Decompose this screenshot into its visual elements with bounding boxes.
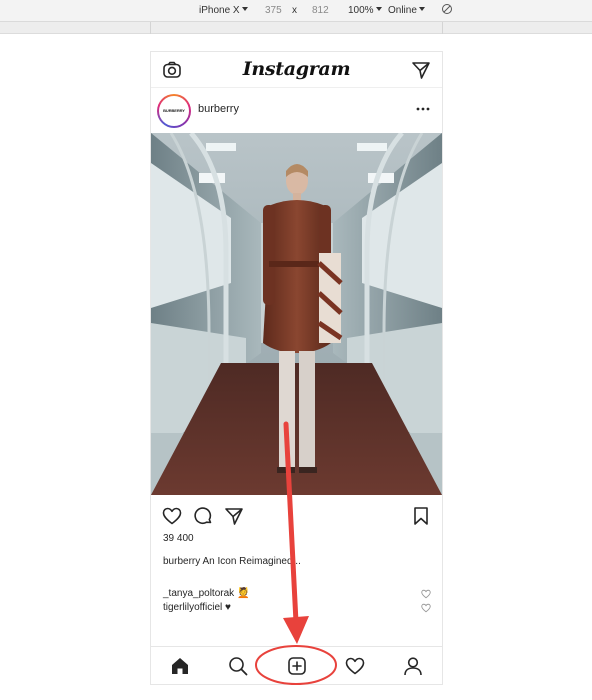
avatar[interactable]: BURBERRY <box>157 94 191 128</box>
network-select[interactable]: Online <box>388 4 425 18</box>
search-icon[interactable] <box>228 656 248 676</box>
send-icon[interactable] <box>411 60 431 80</box>
comment-heart-icon[interactable] <box>421 589 431 599</box>
more-icon[interactable] <box>415 101 431 117</box>
height-input[interactable]: 812 <box>312 4 329 18</box>
phone-viewport: Instagram BURBERRY burberry 39 400 burbe… <box>150 51 443 685</box>
comment-item[interactable]: _tanya_poltorak 💆 <box>163 588 249 599</box>
comment-item[interactable]: tigerlilyofficiel ♥ <box>163 602 231 613</box>
rotate-icon[interactable] <box>441 3 453 20</box>
ruler-tick <box>442 22 443 34</box>
profile-icon[interactable] <box>403 656 423 676</box>
like-count[interactable]: 39 400 <box>163 533 194 544</box>
post-actions <box>151 502 442 530</box>
activity-icon[interactable] <box>345 656 365 676</box>
bookmark-icon[interactable] <box>411 506 431 526</box>
ruler-tick <box>150 22 151 34</box>
share-icon[interactable] <box>224 506 244 526</box>
zoom-select[interactable]: 100% <box>348 4 382 18</box>
instagram-logo[interactable]: Instagram <box>151 58 442 80</box>
bottom-nav <box>151 646 442 684</box>
post-photo <box>151 133 442 495</box>
device-name: iPhone X <box>199 5 240 16</box>
devtools-device-toolbar: iPhone X 375 x 812 100% Online <box>0 0 592 22</box>
post-image[interactable] <box>151 133 442 495</box>
post-username[interactable]: burberry <box>198 103 239 115</box>
post-caption[interactable]: burberry An Icon Reimagined... <box>163 556 301 567</box>
zoom-value: 100% <box>348 5 374 16</box>
network-value: Online <box>388 5 417 16</box>
avatar-logo: BURBERRY <box>159 96 189 126</box>
width-input[interactable]: 375 <box>265 4 282 18</box>
home-icon[interactable] <box>170 656 190 676</box>
top-bar: Instagram <box>151 52 442 88</box>
comment-heart-icon[interactable] <box>421 603 431 613</box>
device-select[interactable]: iPhone X <box>199 4 248 18</box>
dimension-separator: x <box>292 5 297 16</box>
comment-icon[interactable] <box>193 506 213 526</box>
heart-icon[interactable] <box>162 506 182 526</box>
new-post-icon[interactable] <box>287 656 307 676</box>
post-header: BURBERRY burberry <box>151 89 442 133</box>
devtools-ruler <box>0 22 592 34</box>
